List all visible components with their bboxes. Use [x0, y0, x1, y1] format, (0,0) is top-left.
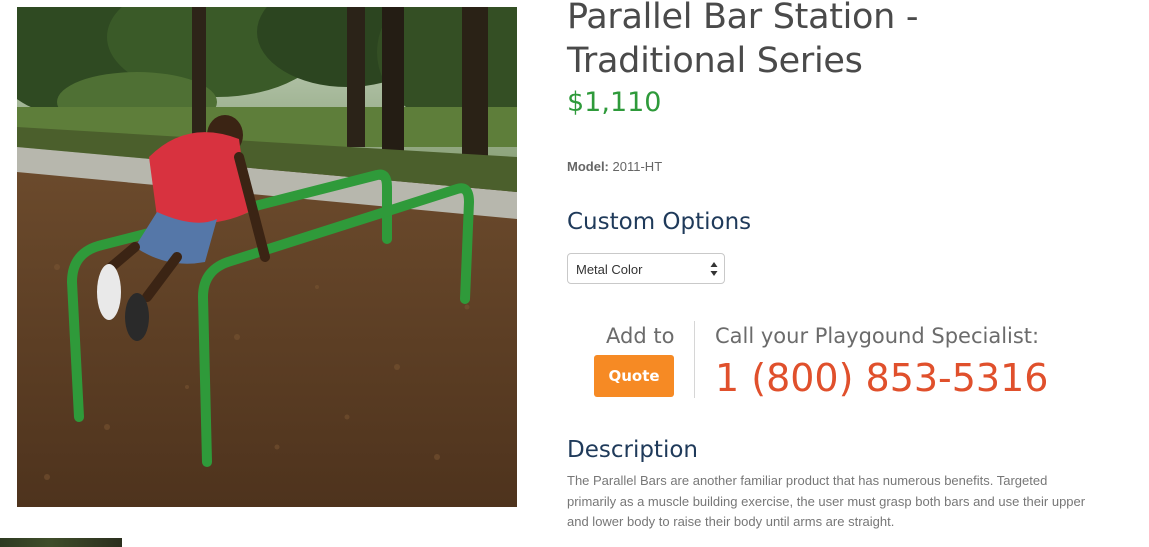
product-price: $1,110 [567, 87, 662, 118]
product-title-line1: Parallel Bar Station - [567, 0, 919, 37]
model-value: 2011-HT [612, 159, 663, 174]
call-specialist-label: Call your Playgound Specialist: [715, 324, 1040, 348]
product-photo-illustration [17, 7, 517, 507]
description-text: The Parallel Bars are another familiar p… [567, 473, 1086, 529]
description-heading: Description [567, 437, 698, 463]
vertical-divider [694, 321, 695, 398]
model-label: Model: [567, 159, 609, 174]
product-photo[interactable] [17, 7, 517, 507]
metal-color-select-value: Metal Color [576, 262, 643, 277]
thumbnail-image[interactable] [0, 538, 122, 547]
phone-number-link[interactable]: 1 (800) 853-5316 [715, 356, 1048, 400]
custom-options-heading: Custom Options [567, 209, 752, 235]
select-arrows-icon [710, 262, 718, 276]
product-title: Parallel Bar Station - Traditional Serie… [567, 0, 1127, 83]
product-title-line2: Traditional Series [567, 41, 863, 81]
product-page: Parallel Bar Station - Traditional Serie… [0, 0, 1149, 547]
model-info: Model: 2011-HT [567, 159, 662, 174]
add-to-quote-button[interactable]: Quote [594, 355, 674, 397]
add-to-label: Add to [606, 324, 675, 348]
metal-color-select[interactable]: Metal Color [567, 253, 725, 284]
